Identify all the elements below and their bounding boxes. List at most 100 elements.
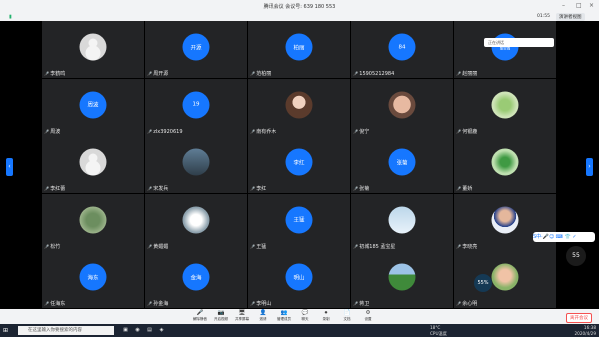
participant-tile[interactable]: 开源 🎤̸ 周开源	[145, 21, 247, 78]
participant-tile[interactable]: 🎤̸ 蒋卫	[351, 251, 453, 308]
participant-tile[interactable]: 王猛 🎤̸ 王猛	[248, 193, 350, 251]
file-explorer-icon[interactable]: ▤	[146, 327, 153, 334]
participant-avatar	[388, 206, 416, 233]
meeting-control-button[interactable]: ⚙ 设置	[358, 310, 378, 323]
participant-name: 15905212984	[359, 71, 395, 77]
participant-nametag: 🎤̸ 王猛	[250, 243, 266, 250]
meeting-control-button[interactable]: ⏺ 录制	[316, 310, 336, 323]
participant-tile[interactable]: 🎤̸ 余心明	[454, 251, 556, 308]
participant-nametag: 🎤̸ 张菊	[353, 185, 369, 192]
os-taskbar: ⊞ 在这里输入你要搜索的内容 ▣ ◉ ▤ ◈ 18°C CPU温度 16:38 …	[0, 324, 599, 337]
participant-nametag: 🎤̸ 赵丽丽	[456, 70, 477, 77]
participant-avatar	[182, 206, 210, 233]
meeting-control-button[interactable]: 📷 开启视频	[211, 310, 231, 323]
control-icon: ⏺	[324, 310, 328, 316]
participant-avatar: 柏丽	[285, 33, 313, 61]
maximize-icon[interactable]: □	[576, 2, 582, 9]
participant-name: 张菊	[359, 186, 370, 192]
participant-name: 李鹤鸣	[50, 71, 66, 77]
participant-tile[interactable]: 🎤̸ 南有乔木	[248, 78, 350, 136]
next-page-button[interactable]: ›	[586, 158, 593, 176]
participant-avatar: 84	[388, 33, 416, 61]
meeting-info-bar: ▮ 01:55 演讲者视图	[0, 12, 599, 21]
participant-name: 王猛	[256, 243, 267, 250]
control-icon: ⚙	[365, 310, 371, 316]
participant-tile[interactable]: 🎤̸ 李鹤鸣	[42, 21, 144, 78]
speaking-indicator: 正在讲话	[484, 38, 554, 47]
start-icon[interactable]: ⊞	[3, 327, 11, 334]
participant-tile[interactable]: 张菊 🎤̸ 张菊	[351, 136, 453, 193]
participant-nametag: 🎤̸ 范柏丽	[250, 70, 271, 77]
participant-avatar: 周波	[79, 91, 107, 118]
leave-meeting-button[interactable]: 离开会议	[566, 313, 592, 323]
participant-tile[interactable]: 🎤̸ 宋发兵	[145, 136, 247, 193]
meeting-control-bar: 离开会议 🎤 解除静音 📷 开启视频 🖥 共享屏幕 👤 邀请 👥 管理成员 💬 聊天 ⏺ 录制 📄 文档 ⚙ 设置	[0, 309, 599, 324]
control-label: 开启视频	[214, 317, 228, 321]
participant-avatar: 金海	[182, 263, 210, 291]
cpu-usage-widget[interactable]: 55%	[474, 274, 492, 292]
participant-tile[interactable]: 周波 🎤̸ 周波	[42, 78, 144, 136]
control-label: 邀请	[259, 317, 267, 321]
participant-tile[interactable]: 🎤̸ 倪宁	[351, 78, 453, 136]
meeting-control-button[interactable]: 📄 文档	[337, 310, 357, 323]
participant-name: 黄媚媚	[153, 243, 169, 250]
participant-tile[interactable]: 🎤̸ 初城185 孟宝星	[351, 193, 453, 251]
close-icon[interactable]: ×	[589, 2, 594, 9]
browser-icon[interactable]: ◉	[134, 327, 141, 334]
meeting-control-button[interactable]: 💬 聊天	[295, 310, 315, 323]
control-label: 共享屏幕	[235, 317, 249, 321]
system-clock[interactable]: 16:38 2020/4/29	[560, 325, 596, 336]
participant-name: 任海东	[50, 301, 66, 307]
participant-avatar	[491, 206, 519, 233]
participant-tile[interactable]: 🎤̸ 松竹	[42, 193, 144, 251]
minimize-icon[interactable]: –	[562, 2, 565, 9]
participant-tile[interactable]: 19 🎤̸ zlx3920619	[145, 78, 247, 136]
participant-name: 蒋卫	[359, 301, 370, 307]
window-title: 腾讯会议 会议号: 639 180 553	[263, 4, 336, 10]
participant-tile[interactable]: 金海 🎤̸ 孙金海	[145, 251, 247, 308]
participant-name: 何银鹿	[462, 128, 478, 135]
participant-tile[interactable]: 🎤̸ 李红蕾	[42, 136, 144, 193]
input-method-bar[interactable]: S中·🎤☺ ⌨ 👕 ✓	[533, 232, 595, 242]
participant-nametag: 🎤̸ 倪宁	[353, 128, 369, 135]
weather-widget[interactable]: 18°C CPU温度	[430, 325, 447, 336]
participant-avatar	[388, 91, 416, 118]
taskbar-search-input[interactable]: 在这里输入你要搜索的内容	[18, 326, 114, 335]
participant-tile[interactable]: 丽丽 🎤̸ 赵丽丽	[454, 21, 556, 78]
participant-nametag: 🎤̸ 李红蕾	[44, 185, 65, 192]
participant-avatar: 王猛	[285, 206, 313, 233]
participant-avatar	[79, 148, 107, 176]
participant-tile[interactable]: 李红 🎤̸ 李红	[248, 136, 350, 193]
speaker-view-button[interactable]: 演讲者视图	[556, 13, 585, 21]
participant-tile[interactable]: 🎤̸ 黄媚媚	[145, 193, 247, 251]
participant-nametag: 🎤̸ 李鹤鸣	[44, 70, 65, 77]
participant-name: 周波	[50, 128, 61, 135]
participant-nametag: 🎤̸ 何银鹿	[456, 128, 477, 135]
participant-tile[interactable]: 84 🎤̸ 15905212984	[351, 21, 453, 78]
store-icon[interactable]: ◈	[158, 327, 165, 334]
window-titlebar: 腾讯会议 会议号: 639 180 553 – □ ×	[0, 0, 599, 12]
network-speed-widget[interactable]: 55	[566, 246, 586, 266]
participant-tile[interactable]: 柏丽 🎤̸ 范柏丽	[248, 21, 350, 78]
participant-tile[interactable]: 海东 🎤̸ 任海东	[42, 251, 144, 308]
participant-name: 董娇	[462, 186, 473, 192]
participant-avatar: 开源	[182, 33, 210, 61]
meeting-control-button[interactable]: 👥 管理成员	[274, 310, 294, 323]
participant-name: 孙金海	[153, 301, 169, 307]
participant-nametag: 🎤̸ 李红	[250, 185, 266, 192]
participant-nametag: 🎤̸ 南有乔木	[250, 128, 276, 135]
prev-page-button[interactable]: ‹	[6, 158, 13, 176]
meeting-control-button[interactable]: 🎤 解除静音	[190, 310, 210, 323]
meeting-control-button[interactable]: 👤 邀请	[253, 310, 273, 323]
task-view-icon[interactable]: ▣	[122, 327, 129, 334]
signal-icon[interactable]: ▮	[9, 14, 12, 20]
participant-tile[interactable]: 🎤̸ 何银鹿	[454, 78, 556, 136]
meeting-control-button[interactable]: 🖥 共享屏幕	[232, 310, 252, 323]
participant-nametag: 🎤̸ 李晓亮	[456, 243, 477, 250]
clock-date: 2020/4/29	[574, 330, 596, 336]
participant-nametag: 🎤̸ 宋发兵	[147, 185, 168, 192]
participant-name: 宋发兵	[153, 186, 169, 192]
participant-nametag: 🎤̸ 初城185 孟宝星	[353, 243, 395, 250]
participant-tile[interactable]: 🎤̸ 董娇	[454, 136, 556, 193]
participant-tile[interactable]: 明山 🎤̸ 李明山	[248, 251, 350, 308]
